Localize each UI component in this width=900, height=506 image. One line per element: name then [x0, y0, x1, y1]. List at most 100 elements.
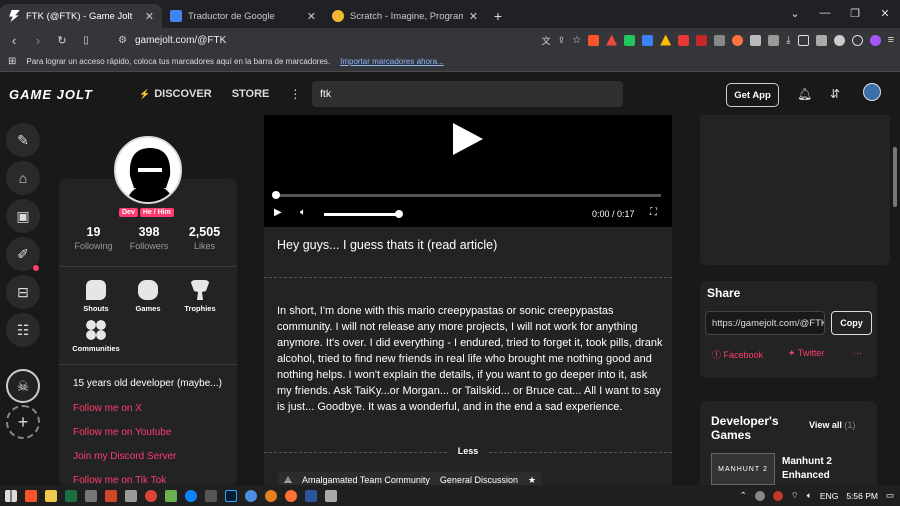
user-avatar[interactable]: [863, 83, 881, 101]
stat-followers[interactable]: 398 Followers: [122, 225, 177, 251]
view-all-link[interactable]: View all (1): [809, 420, 855, 430]
import-bookmarks-link[interactable]: Importar marcadores ahora...: [340, 57, 444, 66]
word-icon[interactable]: [305, 489, 317, 502]
communities-link[interactable]: Communities: [70, 320, 122, 353]
rail-home-icon[interactable]: ✎: [6, 123, 40, 157]
nav-store[interactable]: STORE: [232, 88, 270, 100]
extension-red-icon[interactable]: [696, 34, 708, 46]
volume-handle[interactable]: [395, 210, 403, 218]
game-thumbnail[interactable]: MANHUNT 2: [711, 453, 775, 485]
profile-avatar[interactable]: [114, 136, 182, 204]
language-indicator[interactable]: ENG: [820, 491, 838, 501]
more-share-button[interactable]: ···: [853, 348, 862, 358]
forward-icon[interactable]: ›: [30, 33, 46, 48]
trophies-link[interactable]: Trophies: [174, 280, 226, 313]
reload-icon[interactable]: ↻: [54, 34, 70, 47]
download-icon[interactable]: ⤓: [786, 35, 790, 46]
scrollbar-thumb[interactable]: [893, 147, 897, 207]
game-app-icon[interactable]: [165, 489, 177, 502]
profile-icon[interactable]: [869, 34, 881, 46]
star-icon[interactable]: ☆: [572, 35, 581, 46]
pdf-icon[interactable]: [678, 34, 690, 46]
rail-store-icon[interactable]: ⌂: [6, 161, 40, 195]
site-info-icon[interactable]: ⚙: [118, 35, 127, 46]
twitter-share-button[interactable]: ✦ Twitter: [788, 348, 824, 359]
extension-green-icon[interactable]: [624, 34, 636, 46]
rail-library-icon[interactable]: ▣: [6, 199, 40, 233]
brave-shield-icon[interactable]: [588, 34, 600, 46]
copy-button[interactable]: Copy: [831, 311, 872, 335]
link-youtube[interactable]: Follow me on Youtube: [73, 427, 171, 438]
photoshop-icon[interactable]: [225, 489, 237, 502]
notifications-bell-icon[interactable]: 🔔︎: [797, 87, 812, 101]
games-link[interactable]: Games: [122, 280, 174, 313]
link-discord[interactable]: Join my Discord Server: [73, 451, 176, 462]
apps-grid-icon[interactable]: ⊞: [8, 56, 16, 67]
wallet-icon[interactable]: [815, 34, 827, 46]
app-icon[interactable]: [325, 489, 337, 502]
vpn-icon[interactable]: [851, 34, 863, 46]
close-window-icon[interactable]: ✕: [870, 0, 900, 26]
app-icon[interactable]: [265, 489, 277, 502]
facebook-share-button[interactable]: ⓕ Facebook: [712, 348, 763, 361]
tab-translate[interactable]: Traductor de Google ✕: [162, 4, 324, 28]
edge-icon[interactable]: [185, 489, 197, 502]
restore-icon[interactable]: ❐: [840, 0, 870, 26]
fullscreen-icon[interactable]: ⛶: [650, 207, 657, 218]
link-x[interactable]: Follow me on X: [73, 403, 142, 414]
drive-icon[interactable]: [660, 34, 672, 46]
rail-inventory-icon[interactable]: ⊟: [6, 275, 40, 309]
search-input[interactable]: ftk: [312, 81, 623, 107]
tray-app-icon[interactable]: [772, 490, 783, 501]
extension-orange-icon[interactable]: [732, 34, 744, 46]
powerpoint-icon[interactable]: [105, 489, 117, 502]
word-doc-icon[interactable]: [85, 489, 97, 502]
chrome-icon[interactable]: [145, 489, 157, 502]
play-button-icon[interactable]: ▶: [274, 207, 282, 218]
stat-likes[interactable]: 2,505 Likes: [177, 225, 232, 251]
stat-following[interactable]: 19 Following: [66, 225, 121, 251]
close-icon[interactable]: ✕: [145, 10, 154, 23]
more-menu-icon[interactable]: ⋮: [289, 87, 301, 101]
get-app-button[interactable]: Get App: [726, 83, 779, 107]
play-icon[interactable]: [453, 123, 483, 155]
activity-icon[interactable]: ⇵: [830, 87, 840, 101]
firefox-icon[interactable]: [285, 489, 297, 502]
brave-rewards-icon[interactable]: [606, 34, 618, 46]
link-tiktok[interactable]: Follow me on Tik Tok: [73, 475, 166, 485]
less-button[interactable]: Less: [264, 446, 672, 456]
store-icon[interactable]: [205, 489, 217, 502]
tab-scratch[interactable]: Scratch - Imagine, Program, Share ✕: [324, 4, 486, 28]
translate-icon[interactable]: 文: [542, 34, 551, 47]
menu-icon[interactable]: ≡: [888, 34, 894, 46]
share-icon[interactable]: ⇪: [558, 35, 566, 46]
extension-gray-icon[interactable]: [714, 34, 726, 46]
tray-chevron-icon[interactable]: ⌃: [740, 490, 747, 501]
seek-bar[interactable]: [274, 194, 661, 197]
clock[interactable]: 5:56 PM: [846, 491, 878, 501]
address-bar[interactable]: ⚙ gamejolt.com/@FTK: [110, 30, 510, 50]
excel-icon[interactable]: [65, 489, 77, 502]
tray-app-icon[interactable]: [754, 490, 765, 501]
new-tab-button[interactable]: +: [486, 4, 510, 28]
game-name[interactable]: Manhunt 2 Enhanced: [782, 455, 862, 483]
tab-search-icon[interactable]: ⌄: [780, 0, 810, 26]
rail-stats-icon[interactable]: ☷: [6, 313, 40, 347]
volume-slider[interactable]: [324, 213, 399, 216]
leo-ai-icon[interactable]: [833, 34, 845, 46]
extension-blue-icon[interactable]: [642, 34, 654, 46]
screenshot-icon[interactable]: [768, 34, 780, 46]
app-icon[interactable]: [245, 489, 257, 502]
brave-taskbar-icon[interactable]: [25, 489, 37, 502]
back-icon[interactable]: ‹: [6, 33, 22, 48]
notification-center-icon[interactable]: ▭: [886, 490, 894, 501]
bookmark-icon[interactable]: ▯: [78, 35, 94, 46]
rail-community-icon[interactable]: ☠: [6, 369, 40, 403]
volume-tray-icon[interactable]: 🔈︎: [807, 490, 812, 501]
tab-gamejolt[interactable]: FTK (@FTK) - Game Jolt ✕: [0, 4, 162, 28]
video-player[interactable]: ▶ 🔈︎ 0:00 / 0:17 ⛶: [264, 115, 672, 227]
gamejolt-logo[interactable]: GAME JOLT: [9, 87, 119, 102]
nav-discover[interactable]: ⚡ DISCOVER: [139, 88, 212, 100]
puzzle-icon[interactable]: [750, 34, 762, 46]
volume-icon[interactable]: 🔈︎: [300, 207, 306, 218]
